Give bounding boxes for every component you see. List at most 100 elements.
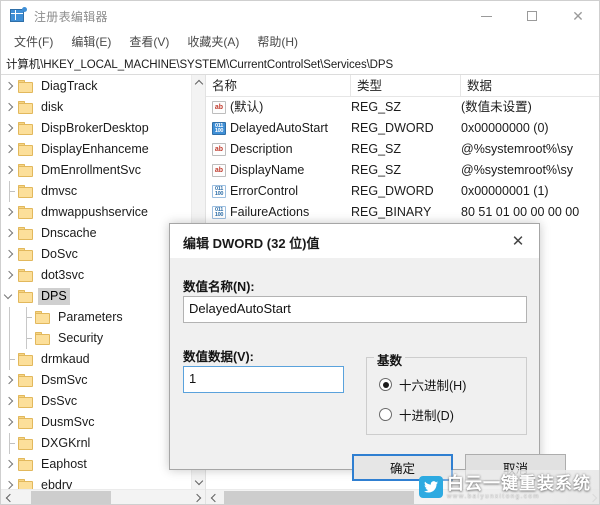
tree-item[interactable]: DusmSvc	[1, 412, 191, 433]
title-bar: 注册表编辑器 ✕	[1, 1, 599, 31]
close-button[interactable]: ✕	[555, 1, 599, 31]
column-header-data[interactable]: 数据	[461, 75, 599, 97]
chevron-right-icon[interactable]	[4, 459, 14, 469]
value-data-input[interactable]: 1	[183, 366, 344, 393]
value-name-cell: ErrorControl	[230, 184, 299, 198]
tree-item-label: DPS	[38, 288, 70, 305]
chevron-up-icon	[194, 79, 204, 88]
chevron-left-icon	[210, 493, 219, 503]
value-name-cell: FailureActions	[230, 205, 310, 219]
tree-item[interactable]: DmEnrollmentSvc	[1, 160, 191, 181]
table-row[interactable]: ab Description REG_SZ @%systemroot%\sy	[206, 139, 599, 160]
radio-hexadecimal[interactable]: 十六进制(H)	[379, 375, 466, 394]
scroll-up-button[interactable]	[192, 75, 205, 90]
tree-item-label: DispBrokerDesktop	[41, 121, 149, 135]
chevron-right-icon[interactable]	[4, 417, 14, 427]
registry-editor-window: 注册表编辑器 ✕ 文件(F) 编辑(E) 查看(V) 收藏夹(A) 帮助(H) 计算机\…	[0, 0, 600, 505]
chevron-down-icon[interactable]	[3, 290, 13, 300]
chevron-right-icon[interactable]	[4, 396, 14, 406]
tree-horizontal-scrollbar[interactable]	[1, 489, 205, 504]
tree-item-label: disk	[41, 100, 64, 114]
tree-item-label: DoSvc	[41, 247, 78, 261]
chevron-right-icon[interactable]	[4, 102, 14, 112]
tree-indent	[1, 391, 18, 412]
table-row[interactable]: ab (默认) REG_SZ (数值未设置)	[206, 97, 599, 118]
tree-item[interactable]: DPS	[1, 286, 191, 307]
chevron-right-icon[interactable]	[4, 270, 14, 280]
tree-item-label: DisplayEnhanceme	[41, 142, 149, 156]
watermark: 白云一键重装系统 www.baiyunxitong.com	[419, 474, 591, 500]
tree-item-label: DXGKrnl	[41, 436, 91, 450]
tree-indent	[18, 328, 35, 349]
tree-indent	[1, 349, 18, 370]
table-row[interactable]: 011 100 FailureActions REG_BINARY 80 51 01 0…	[206, 202, 599, 223]
registry-tree[interactable]: DiagTrack disk DispBrokerDesktop DisplayEnh…	[1, 75, 191, 489]
chevron-right-icon[interactable]	[4, 480, 14, 489]
chevron-right-icon[interactable]	[4, 228, 14, 238]
tree-indent	[1, 412, 18, 433]
chevron-right-icon[interactable]	[4, 165, 14, 175]
table-row[interactable]: ab DisplayName REG_SZ @%systemroot%\sy	[206, 160, 599, 181]
scroll-left-button[interactable]	[1, 490, 16, 504]
tree-item[interactable]: disk	[1, 97, 191, 118]
tree-item[interactable]: Security	[1, 328, 191, 349]
radio-hexadecimal-label: 十六进制(H)	[399, 379, 467, 393]
tree-item[interactable]: DXGKrnl	[1, 433, 191, 454]
tree-indent	[1, 475, 18, 489]
tree-item[interactable]: dot3svc	[1, 265, 191, 286]
menu-item-1[interactable]: 文件(F)	[5, 31, 62, 54]
tree-item-label: DiagTrack	[41, 79, 98, 93]
menu-item-2[interactable]: 编辑(E)	[62, 31, 120, 54]
table-row[interactable]: 011 100 DelayedAutoStart REG_DWORD 0x0000000…	[206, 118, 599, 139]
radio-decimal[interactable]: 十进制(D)	[379, 405, 454, 424]
chevron-right-icon[interactable]	[4, 81, 14, 91]
chevron-right-icon[interactable]	[4, 375, 14, 385]
menu-item-5[interactable]: 帮助(H)	[248, 31, 307, 54]
value-type-cell: REG_BINARY	[351, 205, 432, 219]
tree-item-label: DusmSvc	[41, 415, 95, 429]
scroll-down-button[interactable]	[192, 474, 205, 489]
folder-icon	[18, 101, 33, 114]
tree-item-label: dot3svc	[41, 268, 85, 282]
dialog-close-button[interactable]: ✕	[497, 224, 539, 258]
chevron-right-icon[interactable]	[4, 207, 14, 217]
chevron-right-icon[interactable]	[4, 249, 14, 259]
tree-item[interactable]: DoSvc	[1, 244, 191, 265]
tree-indent	[1, 454, 18, 475]
window-title: 注册表编辑器	[34, 9, 108, 24]
scroll-right-button[interactable]	[190, 490, 205, 504]
tree-item[interactable]: DiagTrack	[1, 76, 191, 97]
tree-item[interactable]: DsSvc	[1, 391, 191, 412]
folder-icon	[18, 374, 33, 387]
tree-hscroll-thumb[interactable]	[31, 491, 111, 504]
tree-indent	[1, 139, 18, 160]
chevron-right-icon[interactable]	[4, 144, 14, 154]
tree-item[interactable]: dmvsc	[1, 181, 191, 202]
tree-item[interactable]: Parameters	[1, 307, 191, 328]
list-scroll-left-button[interactable]	[206, 490, 221, 504]
tree-item[interactable]: ebdrv	[1, 475, 191, 489]
watermark-text: 白云一键重装系统 www.baiyunxitong.com	[447, 475, 591, 500]
menu-bar: 文件(F) 编辑(E) 查看(V) 收藏夹(A) 帮助(H)	[1, 31, 599, 54]
tree-item[interactable]: Eaphost	[1, 454, 191, 475]
folder-icon	[18, 164, 33, 177]
list-hscroll-thumb[interactable]	[224, 491, 414, 504]
column-header-name[interactable]: 名称	[206, 75, 351, 97]
tree-item[interactable]: DsmSvc	[1, 370, 191, 391]
minimize-button[interactable]	[463, 1, 509, 31]
chevron-right-icon[interactable]	[4, 123, 14, 133]
tree-item[interactable]: Dnscache	[1, 223, 191, 244]
menu-item-3[interactable]: 查看(V)	[120, 31, 178, 54]
tree-connector-vertical	[9, 328, 10, 349]
table-row[interactable]: 011 100 ErrorControl REG_DWORD 0x00000001 (1…	[206, 181, 599, 202]
tree-item[interactable]: DispBrokerDesktop	[1, 118, 191, 139]
tree-item[interactable]: DisplayEnhanceme	[1, 139, 191, 160]
maximize-button[interactable]	[509, 1, 555, 31]
tree-item[interactable]: dmwappushservice	[1, 202, 191, 223]
column-header-type[interactable]: 类型	[351, 75, 461, 97]
value-name-input[interactable]: DelayedAutoStart	[183, 296, 527, 323]
menu-item-4[interactable]: 收藏夹(A)	[178, 31, 248, 54]
tree-item[interactable]: drmkaud	[1, 349, 191, 370]
string-value-icon: ab	[212, 164, 226, 177]
address-bar[interactable]: 计算机\HKEY_LOCAL_MACHINE\SYSTEM\CurrentCon…	[1, 54, 599, 75]
